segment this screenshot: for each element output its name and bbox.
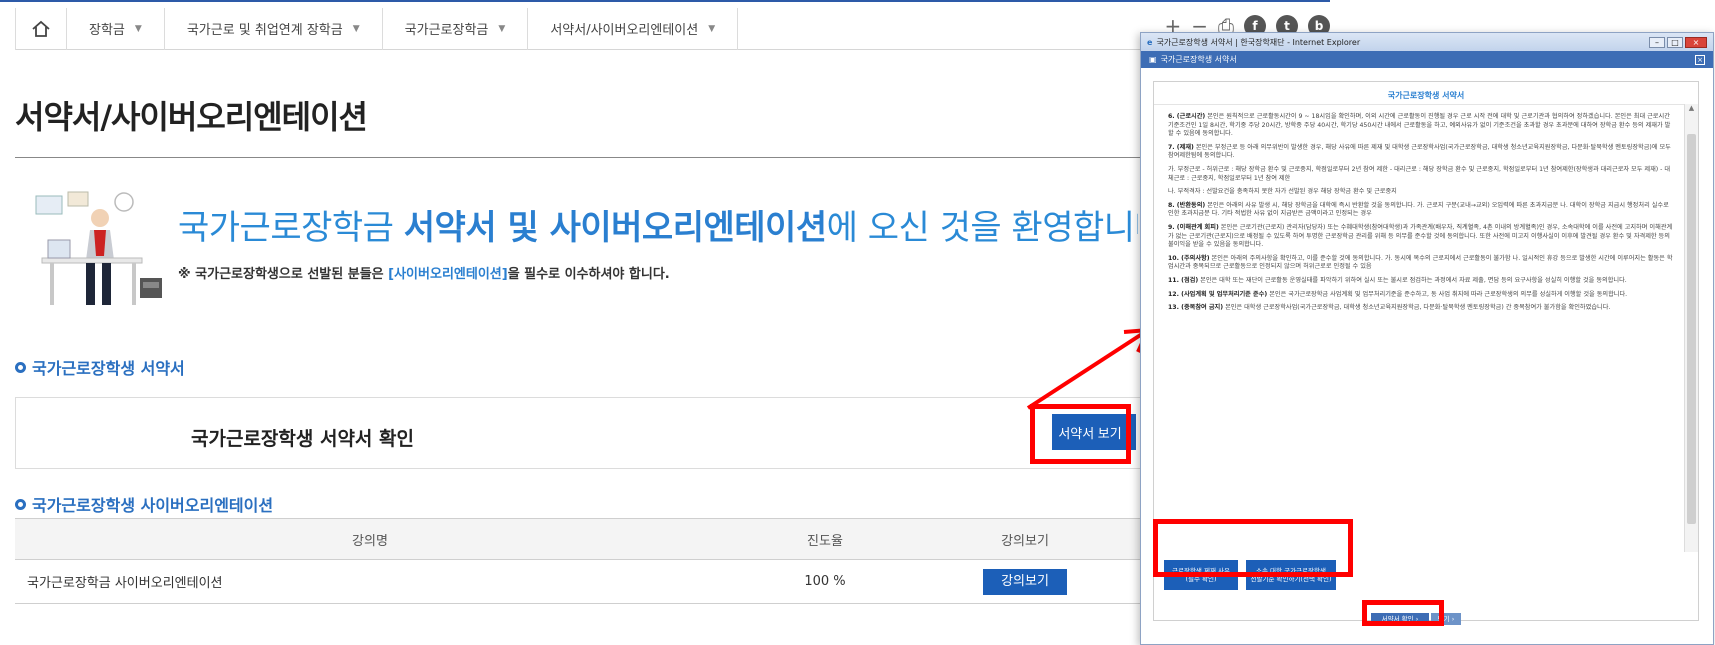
clause-body: 본인은 부정근로 등 아래 의무위반이 발생한 경우, 해당 사유에 따른 제재… bbox=[1168, 143, 1671, 160]
table-header-row: 강의명 진도율 강의보기 bbox=[15, 518, 1150, 560]
clause-body: 본인은 근로기관(근로지) 관리자(담당자) 또는 수혜대학생(참여대학생)과 … bbox=[1168, 223, 1673, 249]
clause-body: 본인은 국가근로장학금 사업계획 및 업무처리기준을 준수하고, 동 사업 취지… bbox=[1269, 290, 1628, 298]
popup-header: ▣ 국가근로장학생 서약서 × bbox=[1141, 51, 1713, 68]
clause: 가. 부정근로 - 허위근로 : 해당 장학금 환수 및 근로중지, 학점일로부… bbox=[1168, 166, 1674, 183]
popup-titlebar: e 국가근로장학생 서약서 | 한국장학재단 - Internet Explor… bbox=[1141, 33, 1713, 51]
clause-head: 8. (반환동의) bbox=[1168, 201, 1206, 209]
clause: 11. (점검) 본인은 대학 또는 재단이 근로활동 운영실태를 파악하기 위… bbox=[1168, 277, 1674, 286]
title-divider bbox=[15, 157, 1150, 158]
clause-head: 13. (중복참여 금지) bbox=[1168, 304, 1224, 312]
orientation-link[interactable]: [사이버오리엔테이션] bbox=[388, 267, 508, 282]
caret-down-icon: ▼ bbox=[498, 23, 506, 34]
notice-text: ※ 국가근로장학생으로 선발된 분들은 [사이버오리엔테이션]을 필수로 이수하… bbox=[178, 263, 670, 282]
col-view: 강의보기 bbox=[925, 518, 1125, 560]
clause: 6. (근로시간) 본인은 원칙적으로 근로활동시간이 9 ~ 18시임을 확인… bbox=[1168, 113, 1674, 139]
nav-item-label: 장학금 bbox=[89, 23, 125, 38]
popup-scrollbar[interactable]: ▲ bbox=[1684, 104, 1698, 552]
maximize-icon[interactable]: □ bbox=[1667, 36, 1683, 48]
clause: 12. (사업계획 및 업무처리기준 준수) 본인은 국가근로장학금 사업계획 … bbox=[1168, 291, 1674, 300]
top-accent-line bbox=[0, 0, 1330, 2]
clause-body: 본인은 대학 또는 재단이 근로활동 운영실태를 파악하기 위하여 실시 또는 … bbox=[1200, 276, 1627, 284]
document-icon: ▣ bbox=[1149, 55, 1157, 64]
oath-section-title: 국가근로장학생 서약서 bbox=[15, 355, 185, 379]
orientation-section-label: 국가근로장학생 사이버오리엔테이션 bbox=[32, 496, 274, 515]
orientation-section-title: 국가근로장학생 사이버오리엔테이션 bbox=[15, 492, 273, 516]
main-nav: 장학금 ▼ 국가근로 및 취업연계 장학금 ▼ 국가근로장학금 ▼ 서약서/사이… bbox=[15, 7, 1330, 50]
clause: 10. (주의사항) 본인은 아래의 주의사항을 확인하고, 이를 준수할 것에… bbox=[1168, 255, 1674, 272]
circle-bullet-icon bbox=[15, 361, 26, 373]
welcome-suffix: 에 오신 것을 환영합니다 bbox=[826, 208, 1138, 248]
progress-cell: 100 % bbox=[725, 559, 925, 604]
home-icon bbox=[32, 20, 50, 37]
clause: 13. (중복참여 금지) 본인은 대학생 근로장학사업(국가근로장학금, 대학… bbox=[1168, 304, 1674, 313]
clause-body: 본인은 원칙적으로 근로활동시간이 9 ~ 18시임을 확인하며, 이외 시간에… bbox=[1168, 113, 1671, 138]
highlight-box-popup-buttons bbox=[1153, 519, 1353, 577]
clause-body: 본인은 대학생 근로장학사업(국가근로장학금, 대학생 청소년교육지원장학금, … bbox=[1225, 304, 1611, 312]
notice-prefix: ※ 국가근로장학생으로 선발된 분들은 bbox=[178, 267, 389, 282]
scroll-up-icon[interactable]: ▲ bbox=[1685, 104, 1698, 116]
nav-item-label: 서약서/사이버오리엔테이션 bbox=[550, 23, 699, 38]
popup-close-icon[interactable]: × bbox=[1695, 54, 1705, 65]
oath-section-label: 국가근로장학생 서약서 bbox=[32, 359, 185, 378]
clause: 9. (이해관계 회피) 본인은 근로기관(근로지) 관리자(담당자) 또는 수… bbox=[1168, 224, 1674, 250]
clause-head: 11. (점검) bbox=[1168, 276, 1199, 284]
welcome-prefix: 국가근로장학금 bbox=[178, 208, 404, 248]
highlight-box-confirm-button bbox=[1362, 600, 1444, 626]
popup-window-title: 국가근로장학생 서약서 | 한국장학재단 - Internet Explorer bbox=[1156, 37, 1361, 47]
oath-confirm-label: 국가근로장학생 서약서 확인 bbox=[191, 428, 414, 450]
close-icon[interactable]: × bbox=[1685, 36, 1707, 48]
caret-down-icon: ▼ bbox=[134, 23, 142, 34]
clause-head: 6. (근로시간) bbox=[1168, 113, 1206, 120]
view-cell: 강의보기 bbox=[925, 559, 1125, 604]
ie-icon: e bbox=[1147, 37, 1153, 47]
welcome-heading: 국가근로장학금 서약서 및 사이버오리엔테이션에 오신 것을 환영합니다 bbox=[178, 200, 1138, 249]
circle-bullet-icon bbox=[15, 498, 26, 510]
clause: 나. 부적격자 : 선발요건을 충족하지 못한 자가 선발된 경우 해당 장학금… bbox=[1168, 188, 1674, 197]
nav-item-scholarship[interactable]: 장학금 ▼ bbox=[67, 7, 165, 50]
caret-down-icon: ▼ bbox=[352, 23, 360, 34]
col-lecture-name: 강의명 bbox=[15, 518, 725, 560]
clause-head: 7. (제재) bbox=[1168, 143, 1194, 151]
student-desk-illustration-icon bbox=[35, 191, 162, 305]
home-button[interactable] bbox=[15, 7, 67, 50]
popup-header-title: 국가근로장학생 서약서 bbox=[1160, 55, 1237, 64]
lecture-table: 강의명 진도율 강의보기 국가근로장학금 사이버오리엔테이션 100 % 강의보… bbox=[15, 518, 1150, 604]
clause-body: 본인은 아래의 주의사항을 확인하고, 이를 준수할 것에 동의합니다. 가. … bbox=[1168, 254, 1673, 271]
welcome-bold: 서약서 및 사이버오리엔테이션 bbox=[403, 208, 827, 248]
nav-item-label: 국가근로 및 취업연계 장학금 bbox=[186, 23, 343, 38]
clause-head: 12. (사업계획 및 업무처리기준 준수) bbox=[1168, 290, 1268, 298]
lecture-name-cell: 국가근로장학금 사이버오리엔테이션 bbox=[15, 559, 725, 604]
caret-down-icon: ▼ bbox=[708, 23, 716, 34]
red-arrow-annotation-icon bbox=[1026, 327, 1152, 410]
notice-suffix: 을 필수로 이수하셔야 합니다. bbox=[507, 267, 670, 282]
nav-item-oath-orientation[interactable]: 서약서/사이버오리엔테이션 ▼ bbox=[528, 7, 739, 50]
clause-body: 가. 부정근로 - 허위근로 : 해당 장학금 환수 및 근로중지, 학점일로부… bbox=[1168, 165, 1671, 182]
page-title: 서약서/사이버오리엔테이션 bbox=[15, 98, 368, 136]
watch-lecture-button[interactable]: 강의보기 bbox=[983, 568, 1067, 595]
popup-doc-title: 국가근로장학생 서약서 bbox=[1387, 91, 1465, 100]
clause-head: 9. (이해관계 회피) bbox=[1168, 223, 1219, 231]
window-controls: – □ × bbox=[1649, 36, 1707, 48]
oath-text-scroll-area[interactable]: 6. (근로시간) 본인은 원칙적으로 근로활동시간이 9 ~ 18시임을 확인… bbox=[1154, 104, 1684, 552]
clause-body: 나. 부적격자 : 선발요건을 충족하지 못한 자가 선발된 경우 해당 장학금… bbox=[1168, 188, 1397, 196]
clause-head: 10. (주의사항) bbox=[1168, 254, 1210, 262]
clause: 8. (반환동의) 본인은 아래의 사유 발생 시, 해당 장학금을 대학에 즉… bbox=[1168, 202, 1674, 219]
clause: 7. (제재) 본인은 부정근로 등 아래 의무위반이 발생한 경우, 해당 사… bbox=[1168, 144, 1674, 161]
scroll-thumb[interactable] bbox=[1687, 134, 1696, 524]
oath-box: 국가근로장학생 서약서 확인 서약서 보기 › bbox=[15, 397, 1150, 469]
nav-item-label: 국가근로장학금 bbox=[404, 23, 489, 38]
nav-item-national-work[interactable]: 국가근로장학금 ▼ bbox=[383, 7, 529, 50]
col-progress: 진도율 bbox=[725, 518, 925, 560]
nav-item-work-scholarship[interactable]: 국가근로 및 취업연계 장학금 ▼ bbox=[165, 7, 383, 50]
minimize-icon[interactable]: – bbox=[1649, 36, 1665, 48]
table-row: 국가근로장학금 사이버오리엔테이션 100 % 강의보기 bbox=[15, 559, 1150, 604]
clause-body: 본인은 아래의 사유 발생 시, 해당 장학금을 대학에 즉시 반환할 것을 동… bbox=[1168, 201, 1669, 218]
